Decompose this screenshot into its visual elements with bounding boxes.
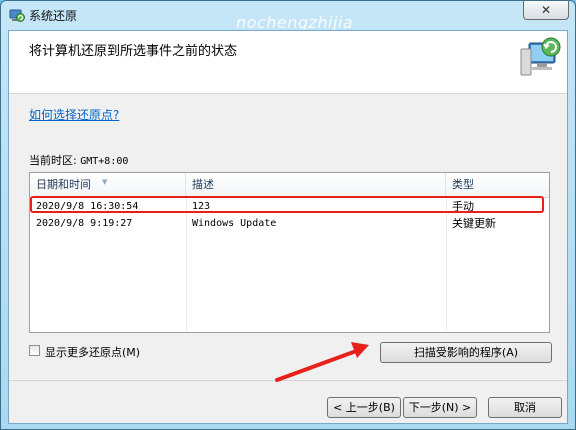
window-title: 系统还原 xyxy=(29,9,78,23)
column-label: 日期和时间 xyxy=(36,178,91,191)
help-link[interactable]: 如何选择还原点? xyxy=(29,106,119,123)
column-label: 描述 xyxy=(192,178,214,191)
show-more-label: 显示更多还原点(M) xyxy=(45,346,141,359)
column-header-description[interactable]: 描述 xyxy=(186,173,446,197)
window-frame: 系统还原 nochengzhijia ✕ 将计算机还原到所选事件之前的状态 如何… xyxy=(0,0,576,430)
timezone-value: GMT+8:00 xyxy=(80,156,129,167)
page-title: 将计算机还原到所选事件之前的状态 xyxy=(29,44,238,59)
table-header: ▼ 日期和时间 描述 类型 xyxy=(30,173,549,198)
column-header-type[interactable]: 类型 xyxy=(446,173,549,197)
title-bar[interactable]: 系统还原 nochengzhijia ✕ xyxy=(1,1,575,32)
cell-description: Windows Update xyxy=(192,218,277,229)
close-icon: ✕ xyxy=(540,3,552,17)
cell-datetime: 2020/9/8 9:19:27 xyxy=(36,218,133,229)
table-row[interactable]: 2020/9/8 9:19:27 Windows Update 关键更新 xyxy=(30,215,549,232)
scan-affected-programs-button[interactable]: 扫描受影响的程序(A) xyxy=(380,342,552,363)
column-header-datetime[interactable]: ▼ 日期和时间 xyxy=(30,173,186,197)
next-button[interactable]: 下一步(N) > xyxy=(403,397,477,418)
cell-type: 关键更新 xyxy=(452,217,496,230)
red-arrow-icon xyxy=(275,342,369,382)
highlight-box xyxy=(30,196,544,213)
timezone-label: 当前时区: GMT+8:00 xyxy=(29,152,128,168)
sort-arrow-icon: ▼ xyxy=(102,178,108,186)
column-label: 类型 xyxy=(452,178,474,191)
computer-restore-icon xyxy=(520,37,561,76)
back-button[interactable]: < 上一步(B) xyxy=(327,397,401,418)
header-panel: 将计算机还原到所选事件之前的状态 xyxy=(9,31,567,94)
timezone-caption: 当前时区: xyxy=(29,154,77,167)
cancel-button[interactable]: 取消 xyxy=(488,397,562,418)
system-restore-icon xyxy=(9,9,25,22)
show-more-checkbox[interactable] xyxy=(29,345,40,356)
close-button[interactable]: ✕ xyxy=(523,1,569,20)
